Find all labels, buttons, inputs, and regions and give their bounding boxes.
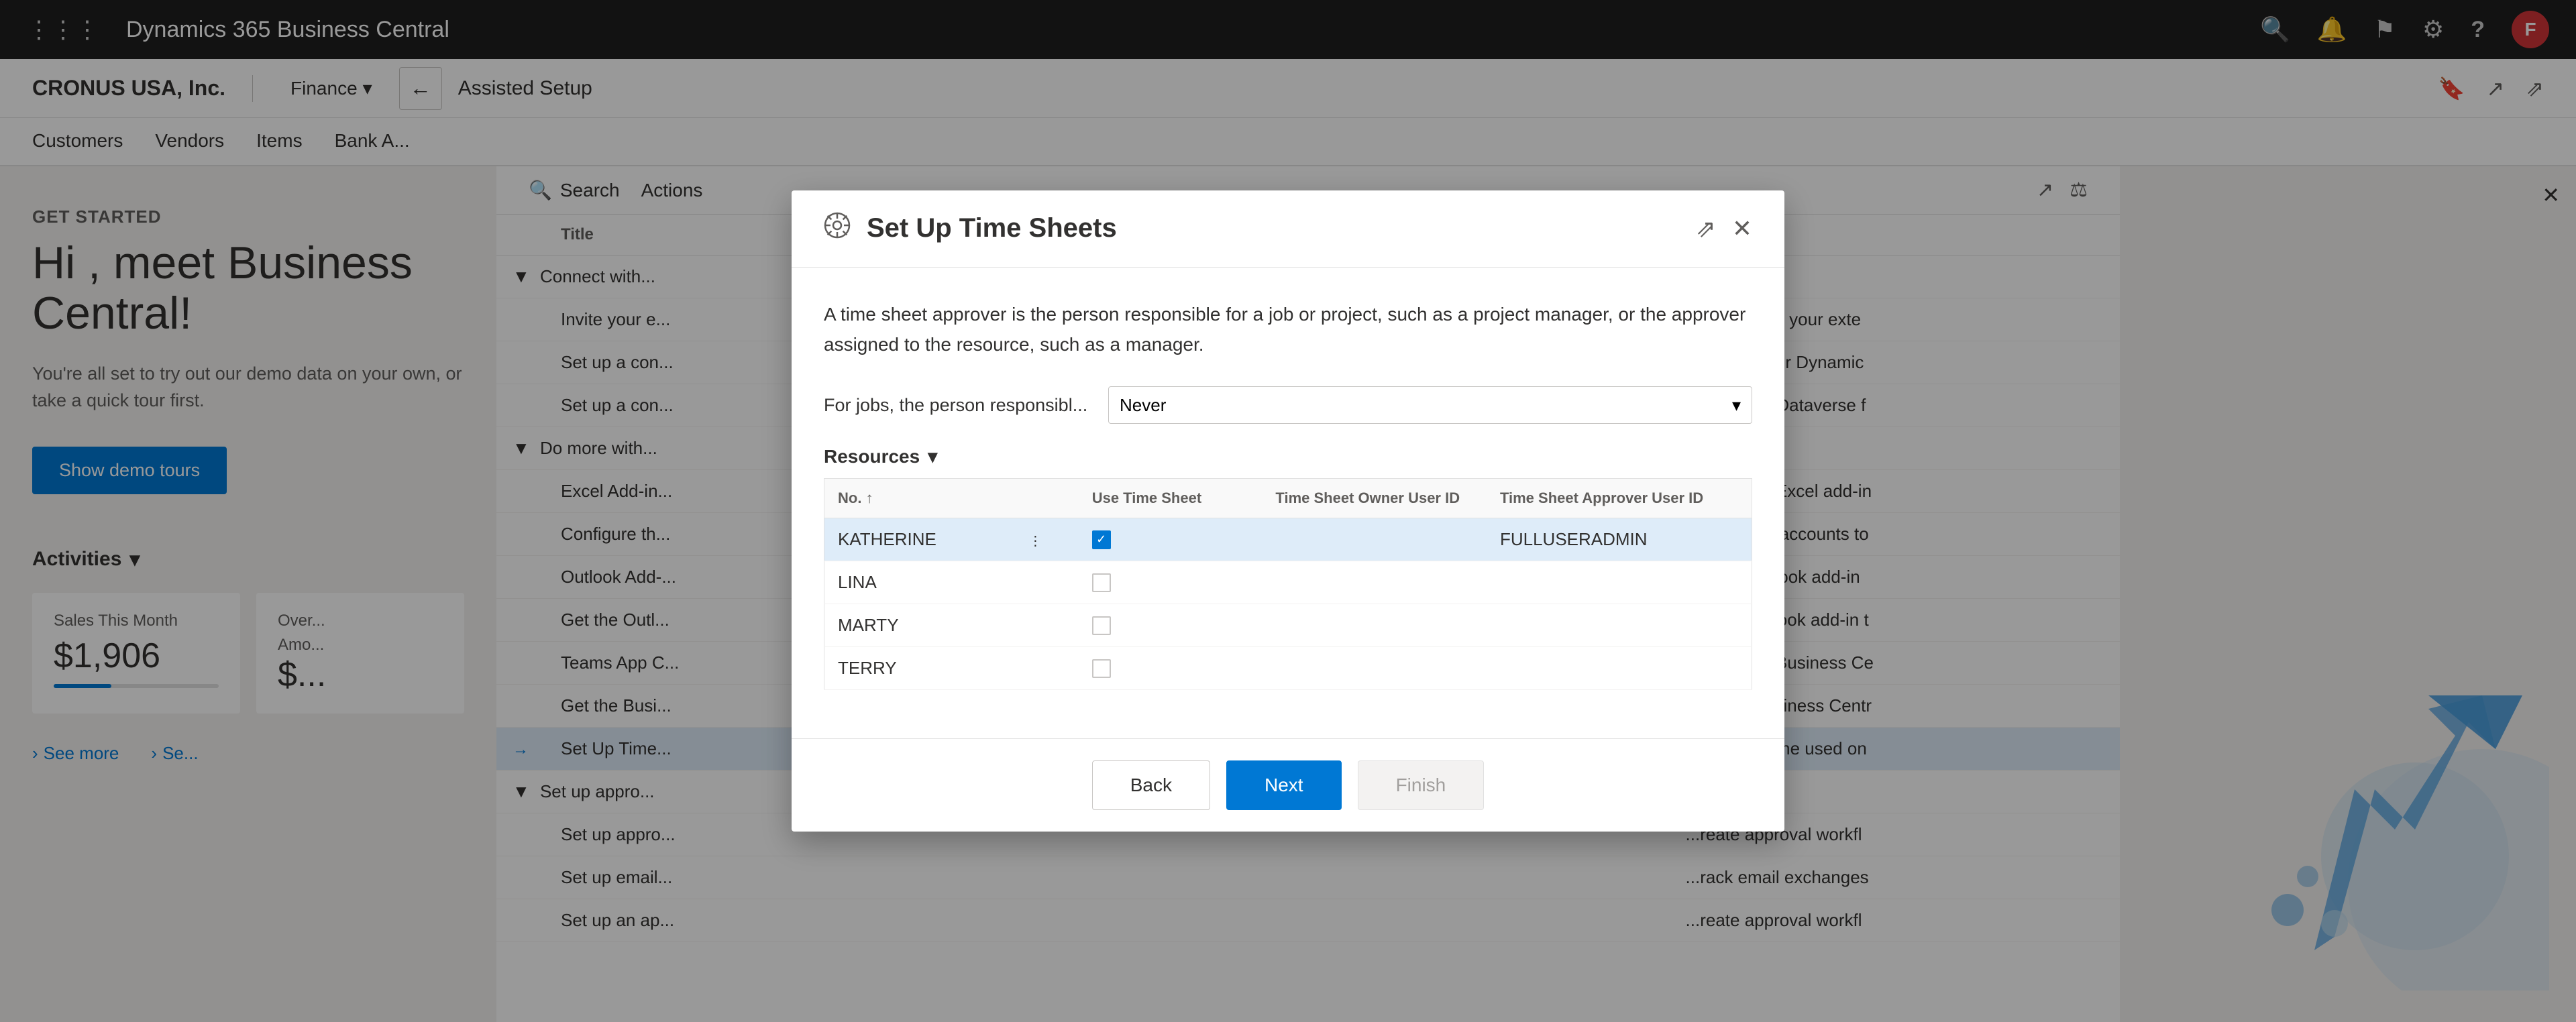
resource-row-marty[interactable]: MARTY xyxy=(824,604,1752,647)
lina-checkbox[interactable] xyxy=(1092,573,1111,592)
marty-owner xyxy=(1262,604,1487,647)
katherine-more-icon[interactable]: ⋮ xyxy=(1015,518,1078,561)
marty-checkbox[interactable] xyxy=(1092,616,1111,635)
modal-select-chevron-icon: ▾ xyxy=(1732,395,1741,416)
modal-footer: Back Next Finish xyxy=(792,738,1784,832)
back-button[interactable]: Back xyxy=(1092,760,1210,810)
terry-use-time[interactable] xyxy=(1079,647,1263,690)
terry-more-icon[interactable] xyxy=(1015,647,1078,690)
lina-no: LINA xyxy=(824,561,1016,604)
katherine-no: KATHERINE xyxy=(824,518,1016,561)
time-sheets-modal: Set Up Time Sheets ⇗ ✕ A time sheet appr… xyxy=(792,190,1784,832)
col-use-time-header: Use Time Sheet xyxy=(1079,479,1263,518)
modal-select-value: Never xyxy=(1120,395,1166,416)
col-approver-header: Time Sheet Approver User ID xyxy=(1487,479,1752,518)
modal-close-icon[interactable]: ✕ xyxy=(1732,215,1752,243)
resources-chevron-icon: ▾ xyxy=(928,445,937,467)
terry-approver xyxy=(1487,647,1752,690)
modal-field: For jobs, the person responsibl... Never… xyxy=(824,386,1752,424)
modal-description: A time sheet approver is the person resp… xyxy=(824,300,1752,360)
terry-owner xyxy=(1262,647,1487,690)
lina-approver xyxy=(1487,561,1752,604)
resources-section: Resources ▾ No. ↑ Use Time Sheet Time Sh… xyxy=(824,445,1752,690)
modal-header: Set Up Time Sheets ⇗ ✕ xyxy=(792,190,1784,268)
resources-header-row: No. ↑ Use Time Sheet Time Sheet Owner Us… xyxy=(824,479,1752,518)
modal-select-never[interactable]: Never ▾ xyxy=(1108,386,1752,424)
lina-more-icon[interactable] xyxy=(1015,561,1078,604)
resources-header[interactable]: Resources ▾ xyxy=(824,445,1752,467)
modal-title: Set Up Time Sheets xyxy=(867,213,1696,243)
terry-no: TERRY xyxy=(824,647,1016,690)
lina-owner xyxy=(1262,561,1487,604)
modal-field-label: For jobs, the person responsibl... xyxy=(824,395,1092,416)
katherine-checkbox[interactable]: ✓ xyxy=(1092,530,1111,549)
next-button[interactable]: Next xyxy=(1226,760,1342,810)
resources-table: No. ↑ Use Time Sheet Time Sheet Owner Us… xyxy=(824,478,1752,690)
modal-expand-icon[interactable]: ⇗ xyxy=(1696,215,1716,243)
modal-header-actions: ⇗ ✕ xyxy=(1696,215,1752,243)
resources-label: Resources xyxy=(824,446,920,467)
lina-use-time[interactable] xyxy=(1079,561,1263,604)
row-more-icon[interactable]: ⋮ xyxy=(1028,534,1043,549)
terry-checkbox[interactable] xyxy=(1092,659,1111,678)
resource-row-katherine[interactable]: KATHERINE ⋮ ✓ FULLUSERADMIN xyxy=(824,518,1752,561)
katherine-use-time[interactable]: ✓ xyxy=(1079,518,1263,561)
finish-button: Finish xyxy=(1358,760,1485,810)
col-no-header: No. ↑ xyxy=(824,479,1016,518)
modal-overlay: Set Up Time Sheets ⇗ ✕ A time sheet appr… xyxy=(0,0,2576,1022)
resource-row-lina[interactable]: LINA xyxy=(824,561,1752,604)
marty-use-time[interactable] xyxy=(1079,604,1263,647)
col-owner-header: Time Sheet Owner User ID xyxy=(1262,479,1487,518)
col-actions-header xyxy=(1015,479,1078,518)
katherine-owner xyxy=(1262,518,1487,561)
katherine-approver: FULLUSERADMIN xyxy=(1487,518,1752,561)
marty-no: MARTY xyxy=(824,604,1016,647)
sort-asc-icon: ↑ xyxy=(866,490,873,506)
modal-body: A time sheet approver is the person resp… xyxy=(792,268,1784,739)
marty-more-icon[interactable] xyxy=(1015,604,1078,647)
modal-settings-icon xyxy=(824,212,851,245)
marty-approver xyxy=(1487,604,1752,647)
resource-row-terry[interactable]: TERRY xyxy=(824,647,1752,690)
